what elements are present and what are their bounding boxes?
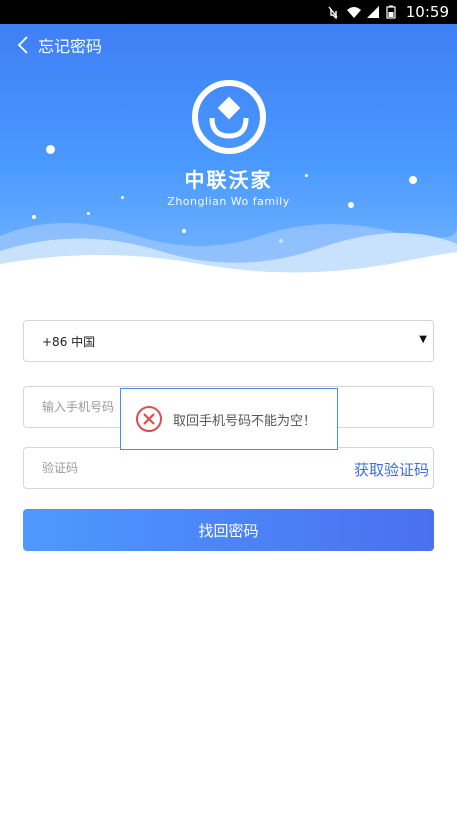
wifi-icon bbox=[346, 5, 361, 19]
mute-icon bbox=[326, 5, 340, 20]
code-field: 获取验证码 bbox=[23, 447, 434, 489]
country-value: +86 中国 bbox=[42, 334, 96, 349]
toast-message: 取回手机号码不能为空！ bbox=[173, 413, 317, 429]
battery-icon bbox=[386, 5, 400, 19]
error-toast: 取回手机号码不能为空！ bbox=[120, 388, 338, 450]
wave-decoration bbox=[0, 223, 457, 286]
page-title: 忘记密码 bbox=[38, 37, 103, 56]
submit-button[interactable]: 找回密码 bbox=[23, 509, 434, 551]
logo-icon bbox=[190, 78, 268, 156]
hero-banner: 忘记密码 中联沃家 Zhonglian Wo family bbox=[0, 24, 457, 286]
get-code-button[interactable]: 获取验证码 bbox=[354, 459, 429, 480]
status-bar: 10:59 bbox=[0, 0, 457, 24]
error-icon bbox=[135, 405, 163, 433]
brand-name: 中联沃家 bbox=[184, 168, 273, 192]
chevron-down-icon: ▼ bbox=[419, 334, 427, 345]
nav-bar: 忘记密码 bbox=[0, 24, 457, 66]
country-select[interactable]: +86 中国 ▼ bbox=[23, 320, 434, 362]
back-icon[interactable] bbox=[12, 34, 34, 56]
status-time: 10:59 bbox=[405, 3, 449, 21]
signal-icon bbox=[366, 5, 380, 19]
brand-logo: 中联沃家 Zhonglian Wo family bbox=[0, 78, 457, 208]
